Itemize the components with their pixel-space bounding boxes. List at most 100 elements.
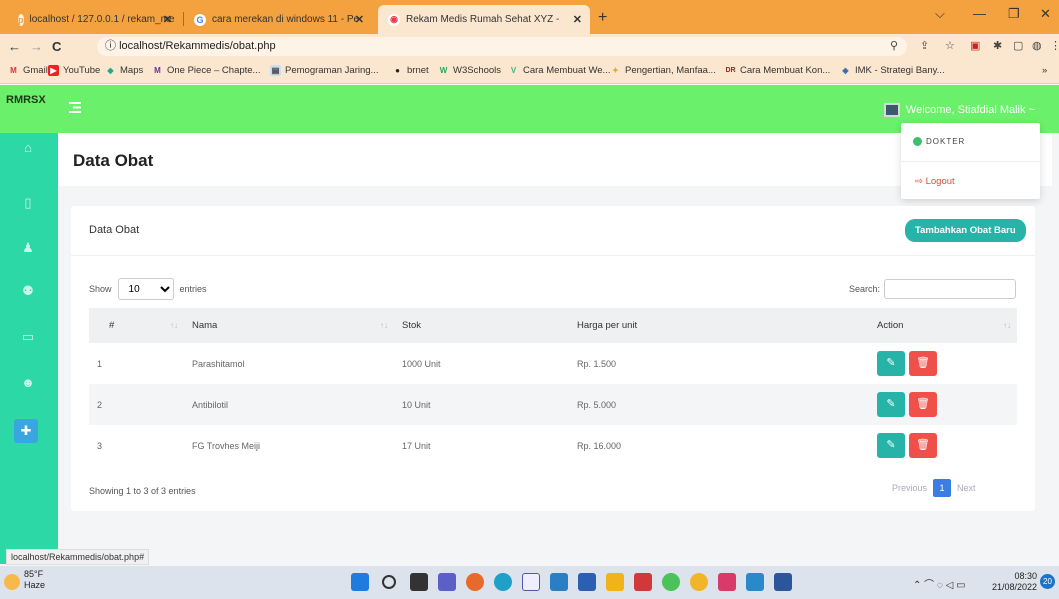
pagination-previous[interactable]: Previous (892, 483, 927, 493)
bookmark-cara-membuat-kon[interactable]: DR Cara Membuat Kon... (725, 65, 830, 76)
user-dropdown: DOKTER ⇨ Logout (901, 123, 1040, 199)
new-tab-button[interactable]: + (598, 9, 607, 27)
dropbox-icon[interactable] (578, 573, 596, 591)
bookmark-brnet[interactable]: ● brnet (392, 65, 429, 76)
medkit-icon[interactable]: ✚ (14, 419, 38, 443)
home-icon[interactable]: ⌂ (20, 140, 36, 156)
menu-icon[interactable]: ⋮ (1050, 39, 1059, 52)
column-header-harga[interactable]: Harga per unit (569, 308, 869, 343)
github-icon: ● (395, 66, 400, 75)
user-menu[interactable]: Welcome, Stiafdial Malik ~ (883, 103, 1035, 117)
delete-button[interactable]: 🗑 (909, 351, 937, 376)
app-icon[interactable] (522, 573, 540, 591)
bookmark-cara-membuat-web[interactable]: V Cara Membuat We... (508, 65, 611, 76)
search-input[interactable] (884, 279, 1017, 299)
edit-button[interactable]: ✎ (877, 433, 905, 458)
close-icon[interactable]: ✕ (163, 13, 172, 26)
bookmark-pengertian[interactable]: ✦ Pengertian, Manfaa... (610, 65, 716, 76)
back-icon[interactable]: ← (8, 39, 21, 54)
address-bar-row: ← → C ⓘ localhost/Rekammedis/obat.php ⚲ … (0, 34, 1059, 59)
system-tray[interactable]: ⌃ ⌒ ◌ ◁ ▭ (913, 576, 966, 591)
document-icon[interactable]: ▯ (20, 195, 36, 211)
vue-icon: V (510, 66, 517, 75)
close-icon[interactable]: ✕ (573, 13, 582, 26)
star-icon[interactable]: ☆ (945, 39, 955, 52)
bookmark-icon: ◈ (842, 66, 849, 75)
logout-link[interactable]: ⇨ Logout (915, 176, 955, 187)
profile-avatar[interactable]: ◍ (1032, 39, 1042, 52)
bookmark-icon: ▤ (270, 65, 281, 76)
sidepanel-icon[interactable]: ▢ (1013, 39, 1023, 52)
bookmark-icon: ✦ (612, 66, 619, 75)
tab-google-search[interactable]: G cara merekan di windows 11 - Pe ✕ (184, 5, 372, 34)
menu-toggle-icon[interactable] (69, 102, 81, 113)
column-header-nama[interactable]: Nama ↑↓ (184, 308, 394, 343)
pagination-next[interactable]: Next (957, 483, 976, 493)
weather-widget[interactable]: 85°F Haze (24, 569, 45, 591)
bookmark-youtube[interactable]: ▶ YouTube (48, 65, 100, 76)
doctor-icon[interactable]: ☻ (20, 375, 36, 391)
tab-phpmyadmin[interactable]: p localhost / 127.0.0.1 / rekam_me ✕ (8, 5, 180, 34)
bookmark-imk[interactable]: ◈ IMK - Strategi Bany... (840, 65, 944, 76)
puzzle-icon[interactable]: ✱ (993, 39, 1002, 52)
delete-button[interactable]: 🗑 (909, 433, 937, 458)
word-icon[interactable] (774, 573, 792, 591)
restore-icon[interactable]: ❐ (1008, 6, 1020, 22)
column-header-no[interactable]: # ↑↓ (89, 308, 184, 343)
window-close-icon[interactable]: ✕ (1040, 6, 1051, 22)
notification-badge[interactable]: 20 (1040, 574, 1055, 589)
users-icon[interactable]: ⚉ (20, 283, 36, 299)
browser-tab-strip: p localhost / 127.0.0.1 / rekam_me ✕ G c… (0, 0, 1059, 34)
add-medicine-button[interactable]: Tambahkan Obat Baru (905, 219, 1026, 242)
bookmark-pemograman[interactable]: ▤ Pemograman Jaring... (270, 65, 378, 76)
task-view-icon[interactable] (410, 573, 428, 591)
column-header-stok[interactable]: Stok (394, 308, 569, 343)
column-header-action[interactable]: Action ↑↓ (869, 308, 1017, 343)
chat-icon[interactable] (438, 573, 456, 591)
delete-button[interactable]: 🗑 (909, 392, 937, 417)
search-icon[interactable] (382, 575, 396, 589)
bed-icon[interactable]: ▭ (20, 329, 36, 345)
avatar (883, 103, 900, 117)
minimize-icon[interactable]: — (973, 6, 986, 21)
windows-start-icon[interactable] (351, 573, 369, 591)
weather-icon[interactable] (4, 574, 20, 590)
store-icon[interactable] (550, 573, 568, 591)
file-explorer-icon[interactable] (606, 573, 624, 591)
extension-icon[interactable]: ▣ (970, 39, 980, 52)
table-search: Search: (849, 279, 1017, 299)
info-icon: ⓘ (105, 40, 116, 52)
reload-icon[interactable]: C (52, 39, 61, 54)
bookmark-w3schools[interactable]: W W3Schools (438, 65, 501, 76)
firefox-icon[interactable] (466, 573, 484, 591)
url-text: localhost/Rekammedis/obat.php (119, 40, 276, 52)
whatsapp-icon[interactable] (662, 573, 680, 591)
edit-button[interactable]: ✎ (877, 351, 905, 376)
bookmark-onepiece[interactable]: M One Piece – Chapte... (152, 65, 260, 76)
pagination-page-1[interactable]: 1 (933, 479, 952, 497)
clock[interactable]: 08:30 21/08/2022 (992, 571, 1037, 593)
bookmark-maps[interactable]: ◆ Maps (105, 65, 143, 76)
share-icon[interactable]: ⇪ (920, 39, 929, 52)
zoom-icon[interactable]: ⚲ (890, 39, 898, 52)
chrome-icon[interactable] (690, 573, 708, 591)
url-input[interactable]: ⓘ localhost/Rekammedis/obat.php (97, 37, 907, 56)
sort-icon: ↑↓ (1003, 321, 1011, 330)
brand-logo[interactable]: RMRSX (0, 85, 58, 133)
bookmark-gmail[interactable]: M Gmail (8, 65, 48, 76)
gmail-icon: M (10, 66, 17, 75)
tab-rekam-medis[interactable]: ◉ Rekam Medis Rumah Sehat XYZ - ✕ (378, 5, 590, 34)
table-info: Showing 1 to 3 of 3 entries (89, 486, 196, 496)
close-icon[interactable]: ✕ (355, 13, 364, 26)
edge-icon[interactable] (494, 573, 512, 591)
bookmarks-overflow[interactable]: » (1042, 65, 1047, 76)
entries-select[interactable]: 10 (117, 278, 174, 300)
user-icon[interactable]: ♟ (20, 240, 36, 256)
vscode-icon[interactable] (746, 573, 764, 591)
forward-icon[interactable]: → (30, 39, 43, 54)
chevron-down-icon[interactable]: ⌵ (935, 6, 945, 22)
edit-button[interactable]: ✎ (877, 392, 905, 417)
welcome-text: Welcome, Stiafdial Malik ~ (905, 104, 1035, 116)
winrar-icon[interactable] (634, 573, 652, 591)
app-icon[interactable] (718, 573, 736, 591)
